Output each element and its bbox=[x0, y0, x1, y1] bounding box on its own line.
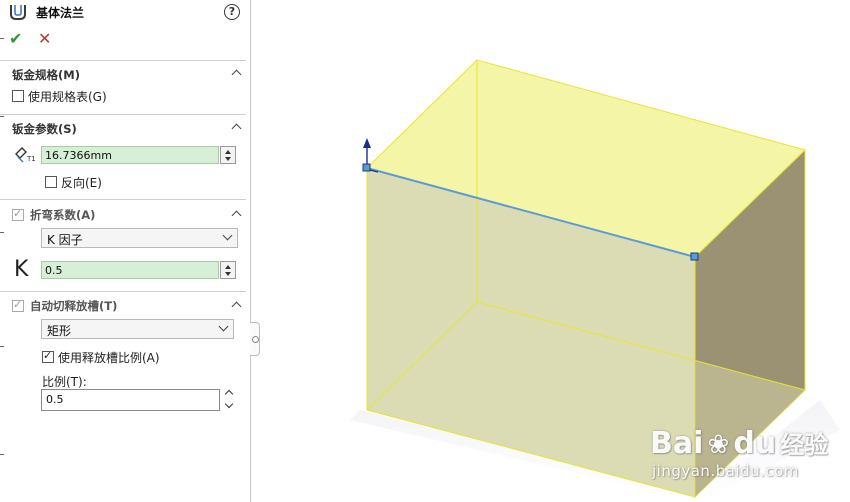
thickness-input[interactable]: 16.7366mm bbox=[41, 146, 219, 164]
thickness-value: 16.7366mm bbox=[45, 149, 112, 162]
k-factor-value: 0.5 bbox=[45, 264, 63, 277]
k-factor-spinner[interactable] bbox=[220, 261, 236, 279]
panel-collapse-handle[interactable] bbox=[250, 322, 260, 356]
help-icon[interactable]: ? bbox=[224, 4, 240, 20]
reverse-checkbox[interactable] bbox=[45, 176, 57, 188]
watermark-brand: Bai ❀ du 经验 bbox=[650, 426, 829, 461]
panel-title: 基体法兰 bbox=[36, 5, 85, 20]
use-gauge-table-label[interactable]: 使用规格表(G) bbox=[28, 88, 107, 105]
chevron-down-icon bbox=[218, 321, 229, 332]
chevron-up-icon[interactable] bbox=[231, 121, 243, 133]
divider bbox=[0, 291, 246, 292]
bend-allowance-type-select[interactable]: K 因子 bbox=[41, 228, 238, 248]
k-factor-input[interactable]: 0.5 bbox=[41, 261, 219, 279]
divider bbox=[0, 114, 246, 115]
k-factor-icon: K bbox=[14, 257, 29, 282]
edge-handle[interactable] bbox=[362, 163, 371, 172]
edge-handle[interactable] bbox=[690, 252, 699, 261]
base-flange-icon bbox=[10, 5, 26, 20]
relief-type-select[interactable]: 矩形 bbox=[41, 319, 234, 339]
use-relief-ratio-checkbox[interactable] bbox=[42, 349, 54, 363]
bend-allowance-type-value: K 因子 bbox=[47, 233, 83, 247]
section-title-gauge[interactable]: 钣金规格(M) bbox=[12, 67, 80, 83]
watermark-url: jingyan.baidu.com bbox=[652, 462, 799, 480]
section-title-bend-allowance[interactable]: 折弯系数(A) bbox=[30, 207, 95, 223]
bend-allowance-checkbox[interactable] bbox=[12, 207, 24, 221]
ratio-label: 比例(T): bbox=[42, 375, 87, 389]
direction-arrow-icon[interactable] bbox=[363, 138, 371, 148]
chevron-up-icon[interactable] bbox=[231, 208, 243, 220]
edge-tick bbox=[0, 116, 4, 117]
use-gauge-table-checkbox[interactable] bbox=[12, 90, 24, 102]
auto-relief-checkbox[interactable] bbox=[12, 298, 24, 312]
reverse-label[interactable]: 反向(E) bbox=[61, 174, 102, 191]
chevron-up-icon[interactable] bbox=[231, 299, 243, 311]
graphics-viewport[interactable]: Bai ❀ du 经验 jingyan.baidu.com bbox=[260, 0, 850, 502]
use-relief-ratio-label[interactable]: 使用释放槽比例(A) bbox=[58, 349, 160, 366]
section-title-params[interactable]: 钣金参数(S) bbox=[12, 121, 77, 137]
chevron-down-icon bbox=[222, 230, 233, 241]
checkmark-icon[interactable]: ✔ bbox=[9, 29, 22, 48]
section-title-auto-relief[interactable]: 自动切释放槽(T) bbox=[30, 298, 117, 314]
close-icon[interactable]: ✕ bbox=[38, 29, 51, 48]
relief-type-value: 矩形 bbox=[47, 324, 72, 338]
divider bbox=[0, 199, 246, 200]
edge-tick bbox=[0, 38, 4, 39]
ratio-input[interactable]: 0.5 bbox=[41, 389, 220, 411]
divider bbox=[0, 60, 246, 61]
edge-tick bbox=[0, 232, 4, 233]
ratio-value: 0.5 bbox=[46, 393, 64, 406]
panel-header: 基体法兰 bbox=[8, 2, 84, 22]
property-manager-panel: 基体法兰 ? ✔ ✕ 钣金规格(M) 使用规格表(G) 钣金参数(S) T1 1… bbox=[0, 0, 251, 502]
paw-logo-icon: ❀ bbox=[707, 430, 730, 460]
ratio-spinner[interactable] bbox=[224, 389, 236, 411]
edge-tick bbox=[0, 346, 4, 347]
edge-tick bbox=[0, 454, 4, 455]
thickness-icon: T1 bbox=[15, 147, 36, 163]
chevron-up-icon[interactable] bbox=[231, 67, 243, 79]
svg-text:T1: T1 bbox=[26, 155, 36, 163]
thickness-spinner[interactable] bbox=[220, 146, 236, 164]
